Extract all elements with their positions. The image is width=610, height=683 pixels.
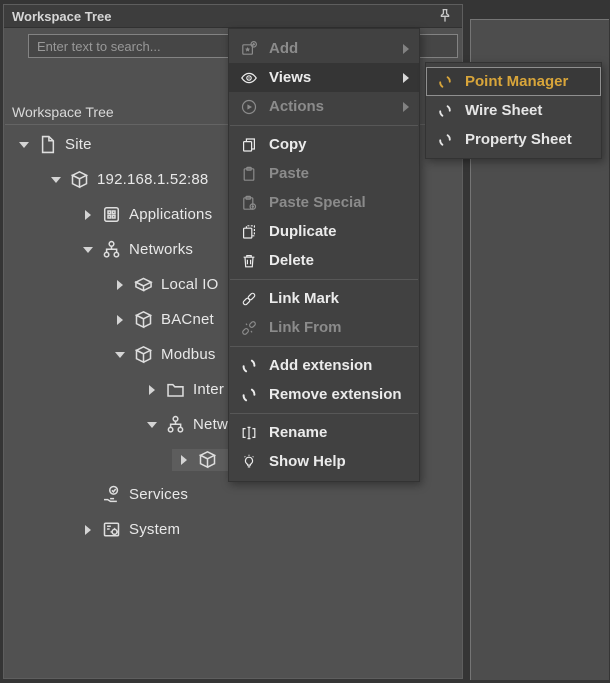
menu-item-delete[interactable]: Delete	[229, 246, 419, 275]
extension-icon	[239, 385, 258, 404]
eye-icon	[239, 68, 258, 87]
station-icon	[68, 169, 90, 191]
duplicate-icon	[239, 222, 258, 241]
lightbulb-icon	[239, 452, 258, 471]
link-icon	[239, 289, 258, 308]
device-box-icon	[132, 344, 154, 366]
menu-item-rename[interactable]: Rename	[229, 418, 419, 447]
copy-icon	[239, 135, 258, 154]
system-icon	[100, 519, 122, 541]
pin-icon[interactable]	[436, 7, 454, 25]
expander-icon[interactable]	[76, 247, 100, 253]
trash-icon	[239, 251, 258, 270]
menu-item-show-help[interactable]: Show Help	[229, 447, 419, 476]
expander-icon[interactable]	[76, 525, 100, 535]
submenu-arrow-icon	[403, 73, 409, 83]
expander-icon[interactable]	[140, 422, 164, 428]
tree-item-services[interactable]: Services	[4, 477, 460, 512]
device-box-icon	[196, 449, 218, 471]
network-icon	[164, 414, 186, 436]
menu-item-paste-special: Paste Special	[229, 188, 419, 217]
link-broken-icon	[239, 318, 258, 337]
expander-icon[interactable]	[108, 315, 132, 325]
paste-special-icon	[239, 193, 258, 212]
tree-item-system[interactable]: System	[4, 512, 460, 547]
view-spinner-icon	[436, 102, 453, 119]
menu-item-link-from: Link From	[229, 313, 419, 342]
network-icon	[100, 239, 122, 261]
expander-icon[interactable]	[108, 280, 132, 290]
view-spinner-icon	[436, 73, 453, 90]
submenu-arrow-icon	[403, 102, 409, 112]
menu-item-link-mark[interactable]: Link Mark	[229, 284, 419, 313]
extension-icon	[239, 356, 258, 375]
submenu-arrow-icon	[403, 44, 409, 54]
apps-icon	[100, 204, 122, 226]
file-icon	[36, 134, 58, 156]
menu-item-actions: Actions	[229, 92, 419, 121]
menu-item-copy[interactable]: Copy	[229, 130, 419, 159]
expander-icon[interactable]	[76, 210, 100, 220]
panel-title: Workspace Tree	[12, 9, 436, 24]
submenu-item-property-sheet[interactable]: Property Sheet	[426, 125, 601, 154]
panel-titlebar: Workspace Tree	[4, 5, 462, 28]
rename-icon	[239, 423, 258, 442]
expander-icon[interactable]	[44, 177, 68, 183]
view-spinner-icon	[436, 131, 453, 148]
folder-icon	[164, 379, 186, 401]
device-box-icon	[132, 309, 154, 331]
menu-item-add: Add	[229, 34, 419, 63]
expander-icon[interactable]	[108, 352, 132, 358]
expander-icon[interactable]	[172, 455, 196, 465]
expander-icon[interactable]	[12, 142, 36, 148]
menu-item-add-extension[interactable]: Add extension	[229, 351, 419, 380]
views-submenu: Point Manager Wire Sheet Property Sheet	[425, 62, 602, 159]
add-icon	[239, 39, 258, 58]
menu-separator	[230, 413, 418, 414]
menu-item-views[interactable]: Views	[229, 63, 419, 92]
expander-icon[interactable]	[140, 385, 164, 395]
context-menu: Add Views Actions Copy	[228, 28, 420, 482]
play-circle-icon	[239, 97, 258, 116]
menu-item-duplicate[interactable]: Duplicate	[229, 217, 419, 246]
menu-separator	[230, 125, 418, 126]
menu-item-remove-extension[interactable]: Remove extension	[229, 380, 419, 409]
submenu-item-wire-sheet[interactable]: Wire Sheet	[426, 96, 601, 125]
submenu-item-point-manager[interactable]: Point Manager	[426, 67, 601, 96]
io-box-icon	[132, 274, 154, 296]
paste-icon	[239, 164, 258, 183]
menu-separator	[230, 279, 418, 280]
services-icon	[100, 484, 122, 506]
tree-section-label: Workspace Tree	[12, 104, 114, 120]
menu-item-paste: Paste	[229, 159, 419, 188]
menu-separator	[230, 346, 418, 347]
